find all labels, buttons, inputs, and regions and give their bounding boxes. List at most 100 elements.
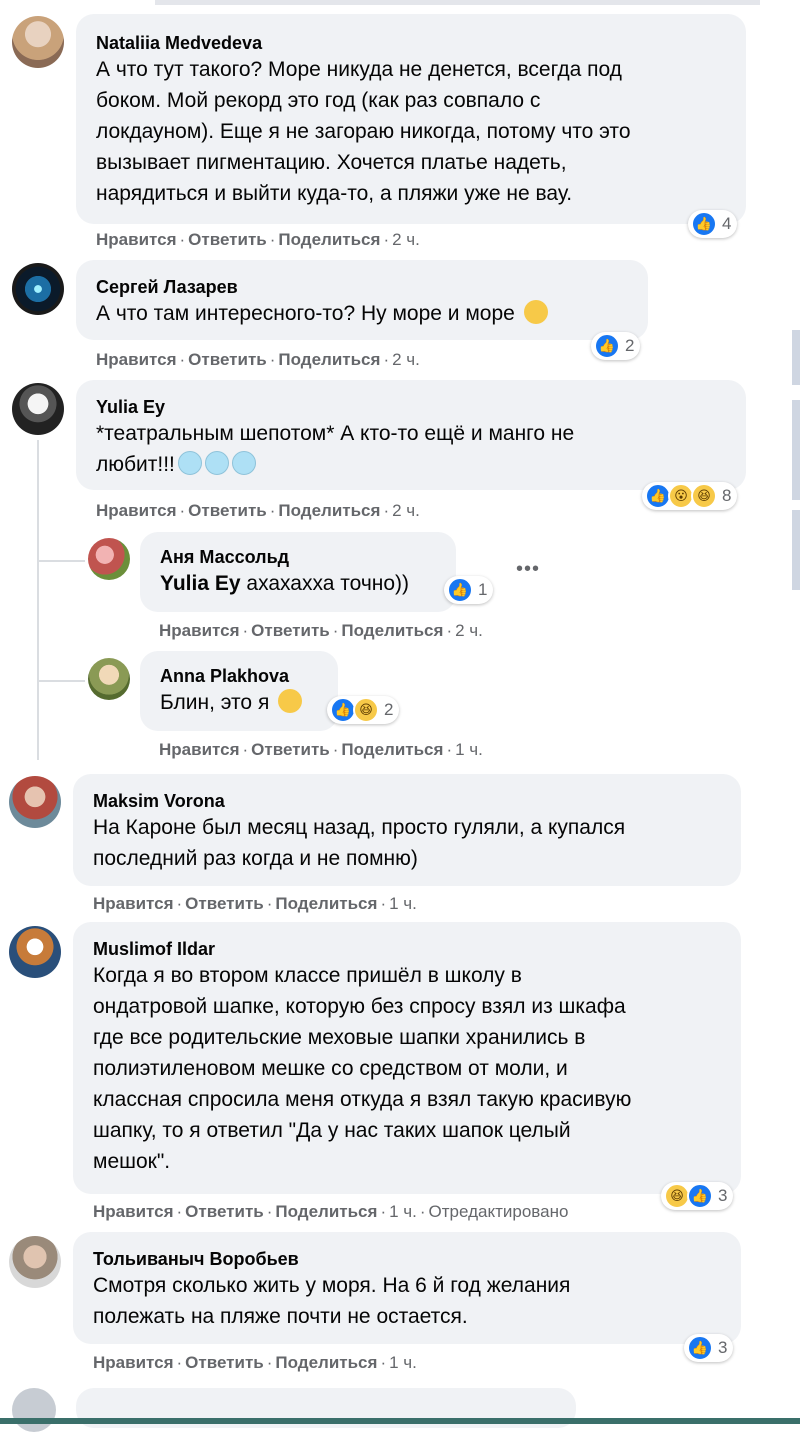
comment-author[interactable]: Аня Массольд xyxy=(160,546,440,568)
like-link[interactable]: Нравится xyxy=(96,501,177,520)
reply-link[interactable]: Ответить xyxy=(185,1202,264,1221)
comment-actions: Нравится · Ответить · Поделиться · 1 ч. xyxy=(93,894,417,913)
comment-author[interactable]: Anna Plakhova xyxy=(160,665,322,687)
scream-emoji xyxy=(231,451,256,476)
reaction-summary[interactable]: 😆 👍 3 xyxy=(661,1182,734,1210)
avatar[interactable] xyxy=(9,1236,61,1288)
share-link[interactable]: Поделиться xyxy=(278,350,380,369)
reply-bubble: Anna Plakhova Блин, это я xyxy=(140,651,338,731)
reaction-summary[interactable]: 👍 😮 😆 8 xyxy=(642,482,738,510)
comment-bubble: Maksim Vorona На Кароне был месяц назад,… xyxy=(73,774,741,886)
bottom-strip xyxy=(0,1418,800,1424)
like-icon: 👍 xyxy=(447,577,473,603)
comment-actions: Нравится · Ответить · Поделиться · 2 ч. xyxy=(96,350,420,369)
avatar[interactable] xyxy=(9,926,61,978)
right-edge-panel xyxy=(792,330,800,590)
comment-bubble: Сергей Лазарев А что там интересного-то?… xyxy=(76,260,648,340)
share-link[interactable]: Поделиться xyxy=(278,230,380,249)
comment-text: Блин, это я xyxy=(160,687,322,718)
avatar[interactable] xyxy=(88,538,130,580)
reaction-summary[interactable]: 👍 2 xyxy=(591,332,641,360)
comment-text: А что там интересного-то? Ну море и море xyxy=(96,298,630,329)
comment-text: *театральным шепотом* А кто-то ещё и ман… xyxy=(96,422,575,476)
haha-icon: 😆 xyxy=(353,697,379,723)
reaction-summary[interactable]: 👍 3 xyxy=(684,1334,734,1362)
like-link[interactable]: Нравится xyxy=(159,740,240,759)
thread-connector xyxy=(37,560,85,562)
comment-author[interactable]: Yulia Ey xyxy=(96,396,728,418)
like-link[interactable]: Нравится xyxy=(159,621,240,640)
avatar[interactable] xyxy=(88,658,130,700)
comment-actions: Нравится · Ответить · Поделиться · 1 ч. xyxy=(159,740,483,759)
reply-link[interactable]: Ответить xyxy=(188,350,267,369)
haha-icon: 😆 xyxy=(691,483,717,509)
comment-actions: Нравится · Ответить · Поделиться · 1 ч. xyxy=(93,1353,417,1372)
like-link[interactable]: Нравится xyxy=(96,230,177,249)
top-strip xyxy=(155,0,760,5)
like-link[interactable]: Нравится xyxy=(93,894,174,913)
avatar[interactable] xyxy=(12,1388,56,1432)
timestamp[interactable]: 1 ч. xyxy=(455,740,483,759)
reply-bubble: Аня Массольд Yulia Ey ахахахха точно)) xyxy=(140,532,456,612)
mention-link[interactable]: Yulia Ey xyxy=(160,572,241,595)
reply-link[interactable]: Ответить xyxy=(188,230,267,249)
comment-bubble: Тольиваныч Воробьев Смотря сколько жить … xyxy=(73,1232,741,1344)
avatar[interactable] xyxy=(12,16,64,68)
like-icon: 👍 xyxy=(594,333,620,359)
reaction-summary[interactable]: 👍 1 xyxy=(444,576,494,604)
avatar[interactable] xyxy=(12,263,64,315)
reaction-summary[interactable]: 👍 4 xyxy=(688,210,738,238)
avatar[interactable] xyxy=(12,383,64,435)
share-link[interactable]: Поделиться xyxy=(341,621,443,640)
comment-text: А что тут такого? Море никуда не денется… xyxy=(96,58,631,205)
smile-emoji xyxy=(523,300,548,325)
like-link[interactable]: Нравится xyxy=(93,1202,174,1221)
more-options-button[interactable]: ••• xyxy=(516,558,540,581)
comment-bubble: Muslimof Ildar Когда я во втором классе … xyxy=(73,922,741,1194)
avatar[interactable] xyxy=(9,776,61,828)
share-link[interactable]: Поделиться xyxy=(278,501,380,520)
timestamp[interactable]: 2 ч. xyxy=(455,621,483,640)
comment-author[interactable]: Muslimof Ildar xyxy=(93,938,723,960)
comment-actions: Нравится · Ответить · Поделиться · 2 ч. xyxy=(159,621,483,640)
like-link[interactable]: Нравится xyxy=(96,350,177,369)
share-link[interactable]: Поделиться xyxy=(275,1353,377,1372)
edited-label[interactable]: Отредактировано xyxy=(429,1202,569,1221)
thread-connector xyxy=(37,680,85,682)
comment-author[interactable]: Maksim Vorona xyxy=(93,790,723,812)
comment-bubble: Yulia Ey *театральным шепотом* А кто-то … xyxy=(76,380,746,490)
like-icon: 👍 xyxy=(687,1183,713,1209)
timestamp[interactable]: 1 ч. xyxy=(389,894,417,913)
timestamp[interactable]: 1 ч. xyxy=(389,1202,417,1221)
comment-actions: Нравится · Ответить · Поделиться · 2 ч. xyxy=(96,230,420,249)
comment-author[interactable]: Сергей Лазарев xyxy=(96,276,630,298)
share-link[interactable]: Поделиться xyxy=(275,1202,377,1221)
scream-emoji xyxy=(204,451,229,476)
share-link[interactable]: Поделиться xyxy=(341,740,443,759)
share-link[interactable]: Поделиться xyxy=(275,894,377,913)
reaction-summary[interactable]: 👍 😆 2 xyxy=(327,696,400,724)
timestamp[interactable]: 1 ч. xyxy=(389,1353,417,1372)
reply-link[interactable]: Ответить xyxy=(188,501,267,520)
comment-bubble: Nataliia Medvedeva А что тут такого? Мор… xyxy=(76,14,746,224)
like-icon: 👍 xyxy=(691,211,717,237)
timestamp[interactable]: 2 ч. xyxy=(392,230,420,249)
like-icon: 👍 xyxy=(687,1335,713,1361)
comment-actions: Нравится · Ответить · Поделиться · 2 ч. xyxy=(96,501,420,520)
reply-link[interactable]: Ответить xyxy=(251,621,330,640)
rolling-eyes-emoji xyxy=(278,689,303,714)
like-link[interactable]: Нравится xyxy=(93,1353,174,1372)
timestamp[interactable]: 2 ч. xyxy=(392,350,420,369)
thread-line xyxy=(37,440,39,760)
comment-author[interactable]: Тольиваныч Воробьев xyxy=(93,1248,723,1270)
comment-actions: Нравится · Ответить · Поделиться · 1 ч. · Отреда… xyxy=(93,1202,569,1221)
comment-text: Yulia Ey ахахахха точно)) xyxy=(160,572,410,595)
comment-author[interactable]: Nataliia Medvedeva xyxy=(96,32,728,54)
comment-text: Когда я во втором классе пришёл в школу … xyxy=(93,964,632,1173)
timestamp[interactable]: 2 ч. xyxy=(392,501,420,520)
reply-link[interactable]: Ответить xyxy=(185,1353,264,1372)
reply-link[interactable]: Ответить xyxy=(185,894,264,913)
comment-text: Смотря сколько жить у моря. На 6 й год ж… xyxy=(93,1274,571,1328)
comment-text: На Кароне был месяц назад, просто гуляли… xyxy=(93,816,626,870)
reply-link[interactable]: Ответить xyxy=(251,740,330,759)
